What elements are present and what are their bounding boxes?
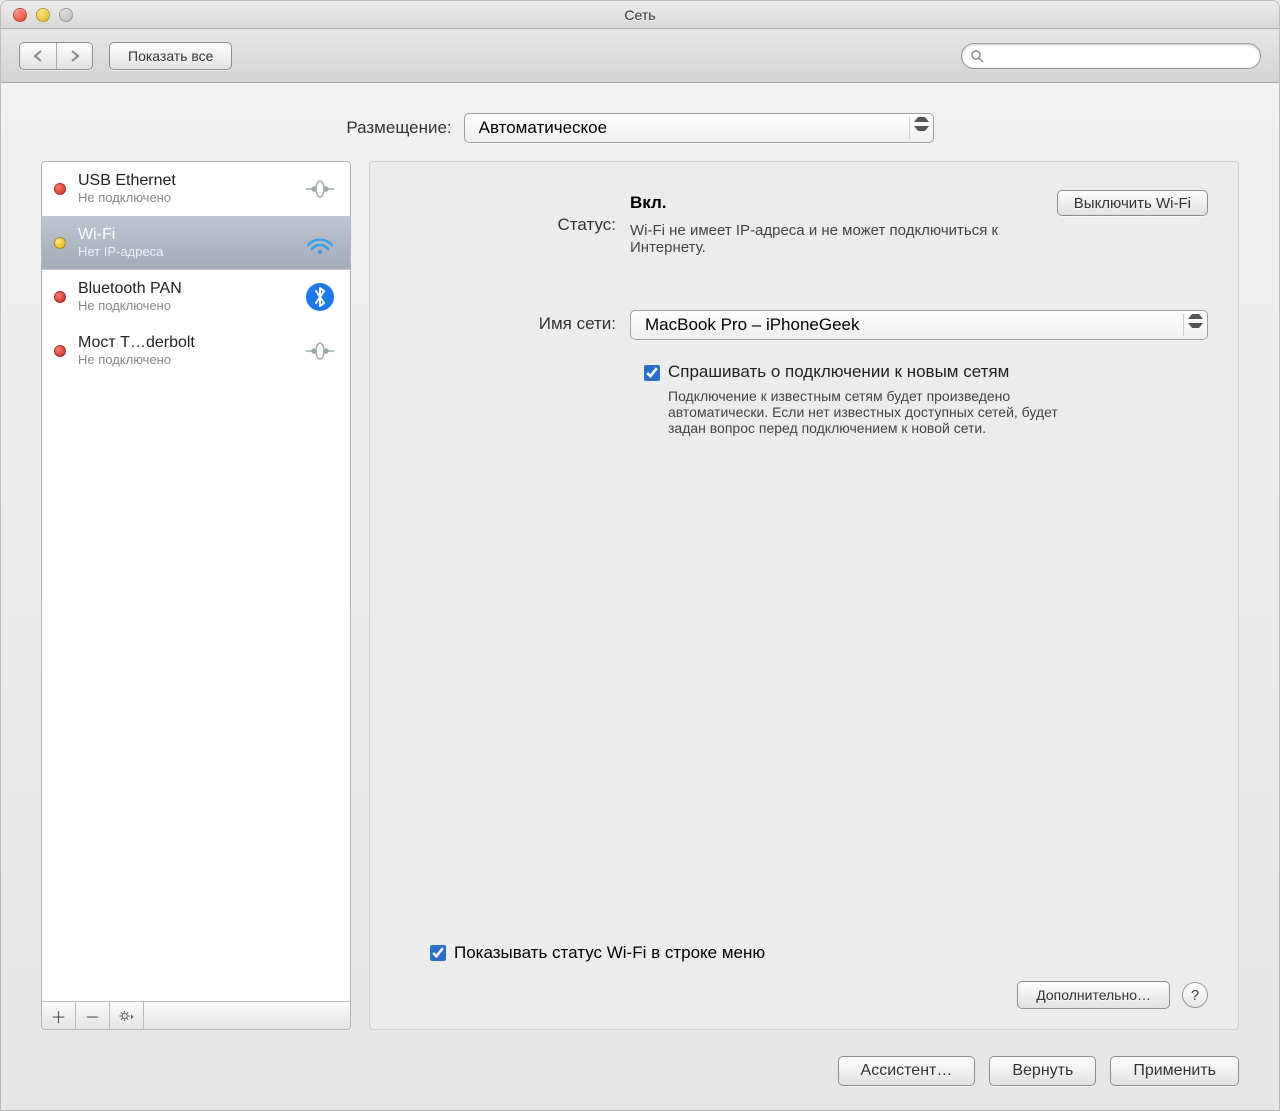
updown-icon — [1183, 314, 1203, 336]
service-name: Мост T…derbolt — [78, 334, 290, 352]
status-dot-icon — [54, 291, 66, 303]
status-dot-icon — [54, 183, 66, 195]
sidebar-service-item[interactable]: USB EthernetНе подключено — [42, 162, 350, 216]
sidebar-service-item[interactable]: Bluetooth PANНе подключено — [42, 270, 350, 324]
ethernet-icon — [302, 337, 338, 365]
advanced-button[interactable]: Дополнительно… — [1017, 981, 1170, 1009]
network-name-label: Имя сети: — [400, 310, 630, 334]
service-name: Wi-Fi — [78, 226, 290, 244]
bottom-buttons: Ассистент… Вернуть Применить — [1, 1056, 1279, 1110]
network-name-value: MacBook Pro – iPhoneGeek — [645, 315, 860, 335]
sidebar-footer: ＋ － — [42, 1001, 350, 1029]
sidebar-service-item[interactable]: Мост T…derboltНе подключено — [42, 324, 350, 378]
updown-icon — [909, 117, 929, 139]
search-icon — [970, 49, 984, 63]
bluetooth-icon — [302, 283, 338, 311]
service-sidebar: USB EthernetНе подключеноWi-FiНет IP-адр… — [41, 161, 351, 1030]
network-name-select[interactable]: MacBook Pro – iPhoneGeek — [630, 310, 1208, 340]
close-window-button[interactable] — [13, 8, 27, 22]
service-status: Не подключено — [78, 190, 290, 205]
location-label: Размещение: — [346, 118, 451, 138]
assistant-button[interactable]: Ассистент… — [838, 1056, 976, 1086]
nav-back-button[interactable] — [20, 43, 56, 69]
service-status: Нет IP-адреса — [78, 244, 290, 259]
status-dot-icon — [54, 237, 66, 249]
status-description: Wi-Fi не имеет IP-адреса и не может подк… — [630, 222, 1050, 256]
nav-back-forward — [19, 42, 93, 70]
service-name: USB Ethernet — [78, 172, 290, 190]
ask-join-checkbox[interactable] — [644, 365, 660, 381]
titlebar: Сеть — [1, 1, 1279, 29]
search-input[interactable] — [990, 48, 1252, 63]
toolbar: Показать все — [1, 29, 1279, 83]
ethernet-icon — [302, 175, 338, 203]
chevron-left-icon — [33, 50, 43, 62]
sidebar-service-item[interactable]: Wi-FiНет IP-адреса — [42, 216, 350, 270]
nav-forward-button[interactable] — [56, 43, 92, 69]
service-name: Bluetooth PAN — [78, 280, 290, 298]
toggle-wifi-button[interactable]: Выключить Wi-Fi — [1057, 190, 1208, 216]
service-status: Не подключено — [78, 298, 290, 313]
remove-service-button[interactable]: － — [76, 1002, 110, 1029]
service-list: USB EthernetНе подключеноWi-FiНет IP-адр… — [42, 162, 350, 1001]
gear-icon — [119, 1008, 135, 1024]
search-field[interactable] — [961, 43, 1261, 69]
location-value: Автоматическое — [479, 118, 607, 138]
zoom-window-button[interactable] — [59, 8, 73, 22]
service-status: Не подключено — [78, 352, 290, 367]
help-button[interactable]: ? — [1182, 982, 1208, 1008]
ask-join-description: Подключение к известным сетям будет прои… — [668, 388, 1098, 436]
status-dot-icon — [54, 345, 66, 357]
add-service-button[interactable]: ＋ — [42, 1002, 76, 1029]
location-row: Размещение: Автоматическое — [1, 83, 1279, 161]
show-all-button[interactable]: Показать все — [109, 42, 232, 70]
detail-panel: Статус: Вкл. Выключить Wi-Fi Wi-Fi не им… — [369, 161, 1239, 1030]
status-value: Вкл. — [630, 193, 667, 213]
show-status-label[interactable]: Показывать статус Wi-Fi в строке меню — [454, 943, 765, 963]
revert-button[interactable]: Вернуть — [989, 1056, 1096, 1086]
status-label: Статус: — [400, 211, 630, 235]
location-select[interactable]: Автоматическое — [464, 113, 934, 143]
window-title: Сеть — [624, 7, 655, 23]
wifi-icon — [302, 229, 338, 257]
show-status-checkbox[interactable] — [430, 945, 446, 961]
apply-button[interactable]: Применить — [1110, 1056, 1239, 1086]
minimize-window-button[interactable] — [36, 8, 50, 22]
service-actions-button[interactable] — [110, 1002, 144, 1029]
ask-join-label[interactable]: Спрашивать о подключении к новым сетям — [668, 362, 1009, 382]
chevron-right-icon — [70, 50, 80, 62]
